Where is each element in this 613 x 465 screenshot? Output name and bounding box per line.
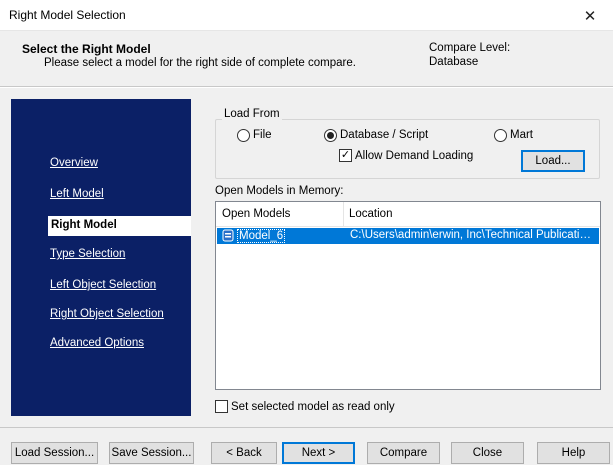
next-button[interactable]: Next > (282, 442, 355, 464)
column-location[interactable]: Location (349, 208, 392, 220)
nav-item-overview[interactable]: Overview (50, 157, 98, 169)
header-panel: Select the Right Model Please select a m… (0, 31, 613, 87)
radio-mart[interactable] (494, 129, 507, 142)
load-from-title: Load From (222, 108, 282, 120)
nav-item-type-selection[interactable]: Type Selection (50, 248, 125, 260)
nav-item-advanced-options[interactable]: Advanced Options (50, 337, 144, 349)
footer-separator (0, 427, 613, 428)
compare-level-label: Compare Level: (429, 42, 511, 54)
allow-demand-loading-label: Allow Demand Loading (355, 150, 474, 162)
open-models-label: Open Models in Memory: (215, 185, 344, 197)
load-session-button[interactable]: Load Session... (11, 442, 98, 464)
title-bar: Right Model Selection ✕ (0, 0, 613, 31)
column-open-models[interactable]: Open Models (222, 208, 290, 220)
allow-demand-loading-checkbox[interactable]: ✓ (339, 149, 352, 162)
load-button[interactable]: Load... (521, 150, 585, 172)
compare-level-value: Database (429, 56, 479, 68)
nav-item-left-object-selection[interactable]: Left Object Selection (50, 279, 156, 291)
page-subtitle: Please select a model for the right side… (44, 57, 356, 69)
compare-button[interactable]: Compare (367, 442, 440, 464)
window-title: Right Model Selection (9, 8, 126, 22)
radio-file[interactable] (237, 129, 250, 142)
nav-item-right-model-label: Right Model (51, 219, 117, 231)
page-title: Select the Right Model (22, 42, 151, 56)
column-divider[interactable] (343, 202, 344, 227)
radio-database-script-label: Database / Script (340, 129, 429, 141)
radio-file-label: File (253, 129, 272, 141)
nav-item-right-object-selection[interactable]: Right Object Selection (50, 308, 164, 320)
read-only-checkbox[interactable] (215, 400, 228, 413)
model-icon (222, 229, 234, 242)
close-icon[interactable]: ✕ (567, 0, 613, 31)
model-name: Model_6 (237, 229, 286, 243)
back-button[interactable]: < Back (211, 442, 277, 464)
wizard-nav: Overview Left Model Right Model Type Sel… (11, 99, 191, 416)
nav-item-left-model[interactable]: Left Model (50, 188, 104, 200)
radio-database-script[interactable] (324, 129, 337, 142)
table-row[interactable]: Model_6 C:\Users\admin\erwin, Inc\Techni… (217, 228, 599, 244)
list-header: Open Models Location (216, 202, 600, 227)
header-separator (0, 87, 613, 88)
save-session-button[interactable]: Save Session... (109, 442, 194, 464)
radio-mart-label: Mart (510, 129, 533, 141)
close-button[interactable]: Close (451, 442, 524, 464)
nav-item-right-model[interactable]: Right Model (48, 216, 191, 236)
read-only-label: Set selected model as read only (231, 401, 395, 413)
open-models-list[interactable]: Open Models Location Model_6 C:\Users\ad… (215, 201, 601, 390)
help-button[interactable]: Help (537, 442, 610, 464)
model-location: C:\Users\admin\erwin, Inc\Technical Publ… (350, 229, 595, 241)
